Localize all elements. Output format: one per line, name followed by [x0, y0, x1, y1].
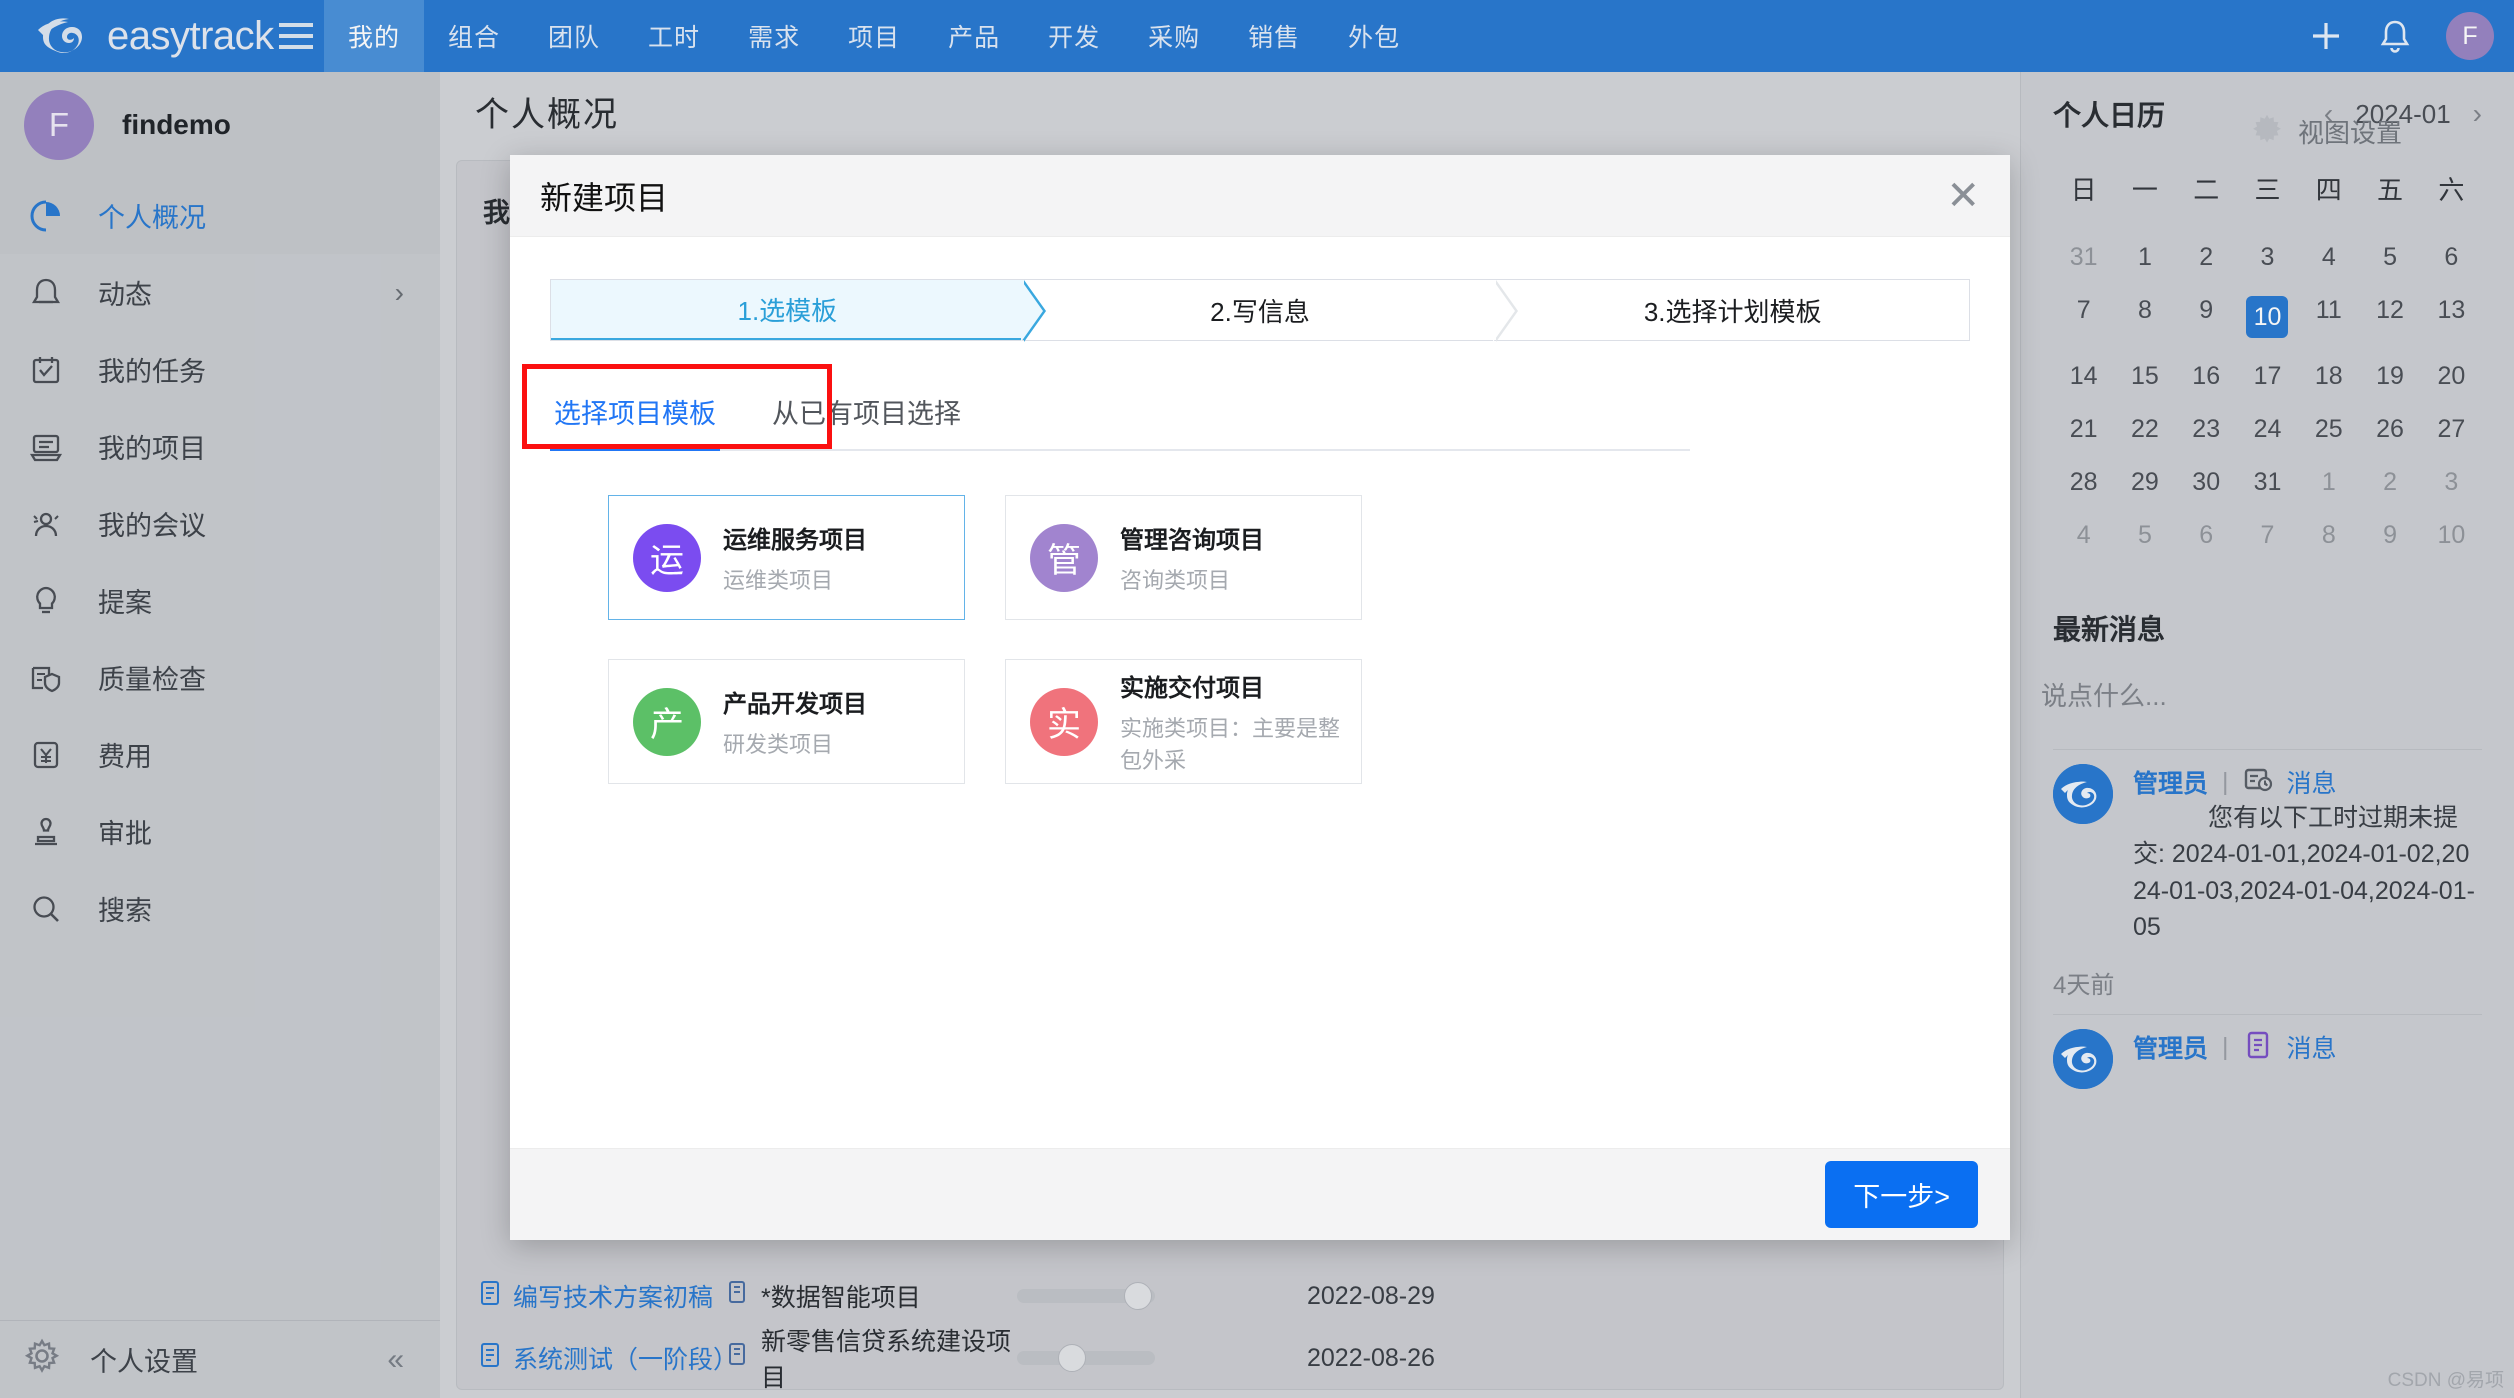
wizard-step-1[interactable]: 1.选模板: [551, 280, 1046, 342]
template-tabs-wrap: 选择项目模板 从已有项目选择: [522, 364, 1970, 451]
template-description: 咨询类项目: [1120, 568, 1231, 593]
template-name: 产品开发项目: [723, 691, 867, 718]
modal-title: 新建项目: [540, 179, 669, 216]
template-description: 研发类项目: [723, 732, 834, 757]
modal-body: 1.选模板 2.写信息 3.选择计划模板 选择项目模板 从已有项目选择 运运维服务项目…: [510, 237, 2010, 1148]
wizard-step-label: 2.写信息: [1210, 296, 1310, 327]
wizard-step-label: 1.选模板: [737, 295, 838, 326]
gear-icon: [2250, 112, 2284, 151]
template-card-3[interactable]: 实实施交付项目实施类项目：主要是整包外采: [1005, 659, 1362, 784]
template-tabs: 选择项目模板 从已有项目选择: [550, 386, 1690, 451]
template-card-2[interactable]: 产产品开发项目 研发类项目: [608, 659, 965, 784]
new-project-modal: 新建项目 ✕ 1.选模板 2.写信息 3.选择计划模板 选择项目模板 从已有项目选择 …: [510, 155, 2010, 1240]
template-badge: 产: [633, 687, 701, 756]
template-description: 实施类项目：主要是整包外采: [1120, 716, 1341, 773]
template-badge: 实: [1030, 687, 1098, 756]
modal-header: 新建项目 ✕: [510, 155, 2010, 237]
template-badge: 运: [633, 523, 701, 592]
template-name: 管理咨询项目: [1120, 527, 1264, 554]
close-icon[interactable]: ✕: [1946, 176, 1980, 216]
template-card-grid: 运运维服务项目 运维类项目管管理咨询项目 咨询类项目产产品开发项目 研发类项目实实施交…: [550, 495, 1970, 784]
modal-footer: 下一步>: [510, 1148, 2010, 1240]
view-settings-button[interactable]: 视图设置: [2250, 112, 2402, 151]
step-arrow-fill: [1020, 280, 1043, 342]
app-root: easytrack 我的 组合 团队 工时 需求 项目 产品 开发 采购 销售 外包 F F fin…: [0, 0, 2514, 1398]
wizard-step-3[interactable]: 3.选择计划模板: [1496, 280, 1969, 340]
tab-1[interactable]: 从已有项目选择: [768, 386, 965, 449]
template-card-0[interactable]: 运运维服务项目 运维类项目: [608, 495, 965, 620]
step-arrow-fill: [1493, 280, 1516, 342]
template-badge: 管: [1030, 523, 1098, 592]
template-name: 实施交付项目: [1120, 675, 1264, 702]
wizard-step-2[interactable]: 2.写信息: [1024, 280, 1519, 342]
view-settings-label: 视图设置: [2298, 118, 2403, 148]
wizard-steps: 1.选模板 2.写信息 3.选择计划模板: [550, 279, 1970, 342]
wizard-step-label: 3.选择计划模板: [1643, 296, 1822, 327]
template-description: 运维类项目: [723, 568, 834, 593]
next-step-button[interactable]: 下一步>: [1825, 1161, 1978, 1228]
template-card-1[interactable]: 管管理咨询项目 咨询类项目: [1005, 495, 1362, 620]
tab-0[interactable]: 选择项目模板: [550, 386, 720, 451]
template-name: 运维服务项目: [723, 527, 867, 554]
